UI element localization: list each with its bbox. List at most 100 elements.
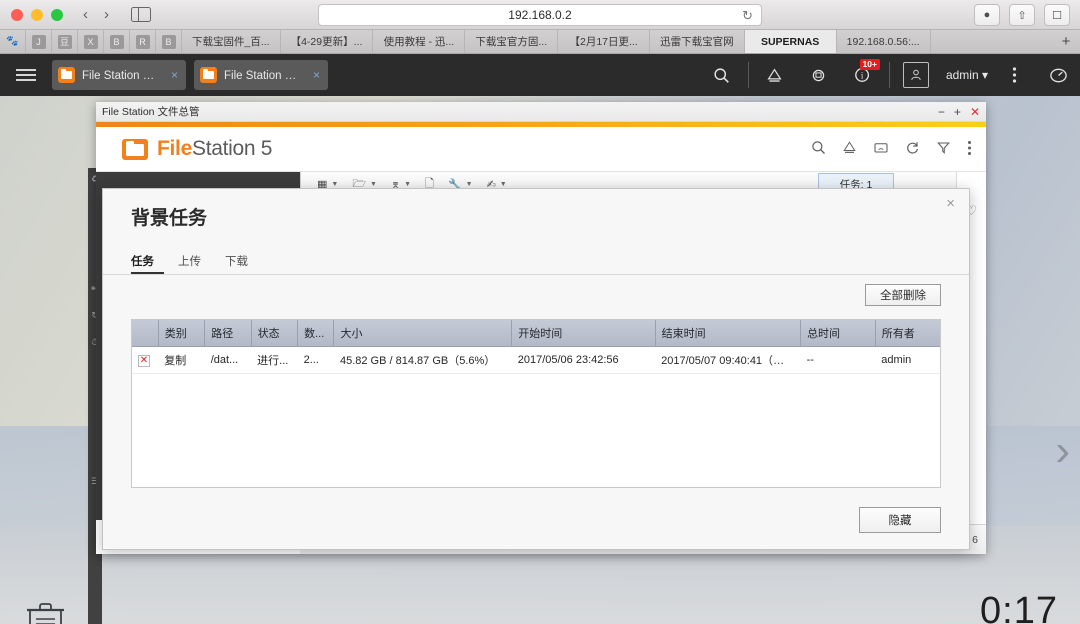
navigation-arrows: ‹ ›	[83, 7, 109, 22]
minimize-window-button[interactable]	[31, 8, 43, 21]
window-traffic-lights	[11, 8, 63, 21]
notification-info-icon[interactable]: i 10+	[841, 54, 885, 96]
sidebar-toggle-icon[interactable]	[131, 7, 151, 22]
stop-task-icon[interactable]: ✕	[138, 354, 150, 367]
chevron-down-icon[interactable]: ▼	[404, 181, 411, 188]
col-category[interactable]: 类别	[158, 320, 206, 347]
bookmark-tab-1[interactable]: 【4-29更新】...	[281, 30, 374, 53]
bookmark-icon-b2[interactable]: B	[156, 30, 182, 53]
file-station-icon	[58, 67, 75, 83]
chevron-down-icon[interactable]: ▼	[466, 181, 473, 188]
tab-overview-icon[interactable]: ☐	[1044, 4, 1070, 26]
cell-category: 复制	[158, 346, 205, 374]
bookmark-tab-label: 下载宝官方固...	[475, 36, 548, 48]
divider	[747, 62, 749, 88]
dsm-taskbar: File Station 文... × File Station 文... × …	[0, 54, 1080, 96]
maximize-window-button[interactable]	[51, 8, 63, 21]
brand-title: FileStation 5	[157, 137, 272, 161]
refresh-icon[interactable]	[905, 140, 920, 158]
bookmark-tab-0[interactable]: 下载宝固件_百...	[182, 30, 281, 53]
bookmark-tab-5[interactable]: 迅雷下载宝官网	[650, 30, 745, 53]
hide-button[interactable]: 隐藏	[859, 507, 941, 533]
col-count[interactable]: 数...	[297, 320, 335, 347]
package-icon[interactable]	[842, 140, 857, 158]
table-row[interactable]: ✕ 复制 /dat... 进行... 2... 45.82 GB / 814.8…	[132, 346, 940, 374]
bookmark-tab-3[interactable]: 下载宝官方固...	[465, 30, 559, 53]
more-options-icon[interactable]	[992, 54, 1036, 96]
search-icon[interactable]	[700, 54, 744, 96]
back-chevron-icon[interactable]: ‹	[83, 7, 88, 22]
bookmark-icon-b1[interactable]: B	[104, 30, 130, 53]
dsm-tab-file-station-1[interactable]: File Station 文... ×	[52, 60, 186, 90]
filter-icon[interactable]	[936, 140, 951, 158]
col-end-time[interactable]: 结束时间	[655, 320, 802, 347]
col-start-time[interactable]: 开始时间	[511, 320, 656, 347]
remote-folder-icon[interactable]	[873, 140, 889, 158]
user-name-label[interactable]: admin ▾	[946, 68, 988, 82]
cell-count: 2...	[297, 346, 334, 374]
forward-chevron-icon[interactable]: ›	[104, 7, 109, 22]
resource-monitor-icon[interactable]	[797, 54, 841, 96]
downloads-icon[interactable]: ●	[974, 4, 1000, 26]
trash-bin-icon[interactable]	[23, 596, 68, 624]
divider	[888, 62, 890, 88]
close-icon[interactable]: ×	[171, 68, 178, 82]
bookmark-tab-label: SUPERNAS	[760, 35, 820, 48]
file-station-brand-icons	[811, 140, 972, 159]
close-icon[interactable]: ×	[946, 195, 955, 212]
background-tasks-footer: 隐藏	[859, 507, 941, 533]
cell-end-time: 2017/05/07 09:40:41（预计...	[655, 346, 801, 374]
col-size[interactable]: 大小	[333, 320, 513, 347]
chevron-down-icon[interactable]: ▼	[370, 181, 377, 188]
close-button[interactable]: ✕	[970, 105, 980, 119]
bookmark-icon-r[interactable]: R	[130, 30, 156, 53]
bookmark-icon-x[interactable]: X	[78, 30, 104, 53]
col-path[interactable]: 路径	[204, 320, 252, 347]
bookmark-tab-4[interactable]: 【2月17日更...	[558, 30, 651, 53]
bookmark-paw-icon[interactable]: 🐾	[0, 30, 26, 53]
cell-start-time: 2017/05/06 23:42:56	[511, 346, 656, 374]
file-station-titlebar[interactable]: File Station 文件总管 − + ✕	[96, 102, 986, 122]
bookmark-chip-label: X	[83, 34, 98, 49]
next-chevron-icon[interactable]: ›	[1055, 426, 1070, 476]
tasks-table: 类别 路径 状态 数... 大小 开始时间 结束时间 总时间 所有者 ✕ 复制 …	[132, 320, 940, 374]
col-owner[interactable]: 所有者	[875, 320, 940, 347]
dsm-tab-file-station-2[interactable]: File Station 文... ×	[194, 60, 328, 90]
user-avatar-icon[interactable]	[894, 54, 938, 96]
cell-stop-task[interactable]: ✕	[132, 346, 159, 374]
chevron-down-icon[interactable]: ▼	[331, 181, 338, 188]
new-tab-button[interactable]: +	[1052, 30, 1080, 53]
delete-all-button[interactable]: 全部删除	[865, 284, 941, 306]
cell-size: 45.82 GB / 814.87 GB（5.6%）	[333, 346, 512, 374]
bookmark-tab-2[interactable]: 使用教程 - 迅...	[373, 30, 466, 53]
tab-downloads[interactable]: 下载	[225, 253, 258, 274]
bookmark-chip-label: R	[135, 34, 150, 49]
maximize-button[interactable]: +	[954, 105, 961, 119]
bookmark-chip-label: J	[31, 34, 46, 49]
chevron-down-icon[interactable]: ▼	[500, 181, 507, 188]
tab-tasks[interactable]: 任务	[131, 253, 164, 274]
bookmark-tab-7[interactable]: 192.168.0.56:...	[837, 30, 931, 53]
bookmark-icon-douban[interactable]: 豆	[52, 30, 78, 53]
address-bar[interactable]: 192.168.0.2 ↻	[318, 4, 762, 26]
hamburger-menu-icon[interactable]	[0, 69, 52, 81]
cell-total-time: --	[800, 346, 876, 374]
bookmarks-bar: 🐾 J 豆 X B R B 下载宝固件_百... 【4-29更新】... 使用教…	[0, 30, 1080, 54]
package-center-icon[interactable]	[753, 54, 797, 96]
share-icon[interactable]: ⇧	[1009, 4, 1035, 26]
bookmark-tab-6[interactable]: SUPERNAS	[744, 30, 837, 53]
close-icon[interactable]: ×	[313, 68, 320, 82]
col-status[interactable]: 状态	[251, 320, 299, 347]
bookmark-icon-j[interactable]: J	[26, 30, 52, 53]
tab-uploads[interactable]: 上传	[178, 253, 211, 274]
reload-icon[interactable]: ↻	[742, 8, 753, 24]
close-window-button[interactable]	[11, 8, 23, 21]
col-select[interactable]	[132, 320, 159, 347]
brand-title-bold: File	[157, 137, 192, 160]
gauge-widget-icon[interactable]	[1036, 54, 1080, 96]
minimize-button[interactable]: −	[938, 105, 945, 119]
col-total-time[interactable]: 总时间	[800, 320, 876, 347]
cell-status: 进行...	[251, 346, 298, 374]
more-vertical-icon[interactable]	[967, 140, 972, 159]
search-icon[interactable]	[811, 140, 826, 158]
